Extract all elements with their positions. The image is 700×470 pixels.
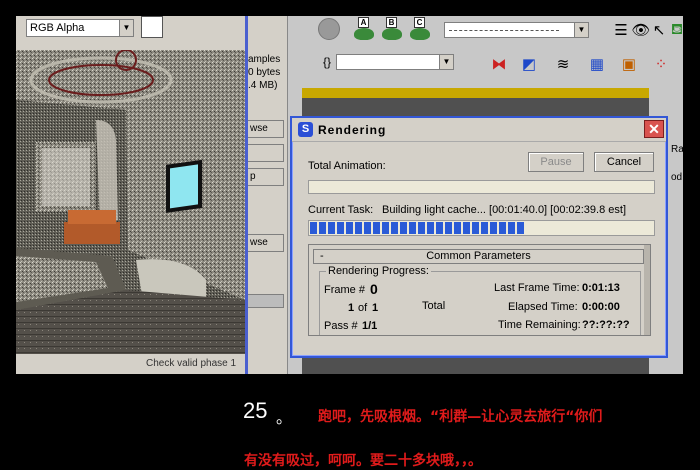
pass-value: 1/1 [362,320,378,332]
color-swatch[interactable] [141,16,163,38]
chevron-down-icon: ▼ [574,23,588,37]
rollout-scrollbar[interactable] [644,245,650,335]
separator-bar [248,294,284,308]
frame-buffer-window: RGB Alpha ▼ [16,16,248,374]
last-frame-time-label: Last Frame Time: [494,282,580,294]
time-remaining-label: Time Remaining: [498,319,581,331]
command-panel-label-mod: od [671,172,683,183]
render-preview [16,50,245,354]
step-number: 25 [243,398,268,423]
close-icon[interactable]: ✕ [644,120,664,138]
schematic-grid-icon[interactable]: ▦ [584,52,610,76]
channel-select[interactable]: RGB Alpha ▼ [26,19,134,37]
named-selection-dropdown[interactable]: ▼ [444,22,589,38]
elapsed-time-label: Elapsed Time: [508,301,578,313]
bytes-text: 0 bytes [248,67,281,78]
render-teapot-c-icon[interactable]: C [408,17,436,43]
rollout-header[interactable]: - Common Parameters [313,249,644,264]
layer-manager-icon[interactable]: ≋ [550,52,576,76]
pass-label: Pass # [324,320,358,332]
current-task-value: Building light cache... [00:01:40.0] [00… [382,204,627,216]
elapsed-time-value: 0:00:00 [582,301,620,313]
mb-text: .4 MB) [248,80,278,91]
total-animation-progress [308,180,655,194]
selection-set-dropdown[interactable]: ▼ [336,54,454,70]
caption-line-2: 有没有吸过，呵呵。要二十多块哦，，。 [244,453,482,469]
mirror-icon[interactable]: ⧓ [486,52,512,76]
pause-button[interactable]: Pause [528,152,584,172]
current-task-progress [308,220,655,236]
curve-editor-icon[interactable]: ▣ [616,52,642,76]
frame-of: of [358,302,368,314]
render-teapot-a-icon[interactable]: A [352,17,380,43]
command-panel-label-ray: Ray [671,144,683,155]
viewport-active-border [302,88,662,98]
common-parameters-rollout: - Common Parameters Rendering Progress: … [308,244,651,336]
caption-line-1: 跑吧，先吸根烟。“利群—让心灵去旅行“你们 [318,409,603,425]
browse-button-1[interactable]: wse [248,120,284,138]
teapot-icon[interactable]: ⛾ [664,18,683,42]
p-button[interactable]: p [248,168,284,186]
record-circle-icon[interactable] [318,18,340,40]
rendering-dialog: S Rendering ✕ Total Animation: Pause Can… [290,116,668,358]
step-separator: 。 [276,410,293,427]
frame-value: 0 [370,281,378,297]
rendered-room-image [16,50,245,354]
frame-label: Frame # [324,284,365,296]
rollout-toggle: - [320,250,324,262]
dialog-title: Rendering [318,123,387,137]
chevron-down-icon: ▼ [119,20,133,36]
toolbar-row-2: {} ▼ ⧓ ◩ ≋ ▦ ▣ ⁘ [288,50,683,80]
frame-count-a: 1 [348,302,355,314]
channel-select-value: RGB Alpha [30,22,85,34]
blank-button[interactable] [248,144,284,162]
screenshot: RGB Alpha ▼ amples 0 bytes .4 MB) wse p … [16,16,683,374]
rendering-progress-group: Rendering Progress: Frame # 0 1 of 1 Tot… [319,265,641,335]
material-editor-icon[interactable]: ⁘ [648,52,674,76]
time-remaining-value: ??:??:?? [582,319,630,331]
cancel-button[interactable]: Cancel [594,152,654,172]
dialog-title-bar[interactable]: S Rendering ✕ [292,118,666,142]
status-text: Check valid phase 1 [146,358,237,369]
last-frame-time-value: 0:01:13 [582,282,620,294]
rollout-title: Common Parameters [426,250,531,262]
total-animation-label: Total Animation: [308,160,386,172]
samples-text: amples [248,54,281,65]
align-icon[interactable]: ◩ [516,52,542,76]
total-label: Total [422,300,446,312]
main-toolbar: A B C ▼ ☰ 👁 ↖ ⛾ {} ▼ ⧓ ◩ ≋ ▦ ▣ ⁘ [288,16,683,88]
toolbar-row-1: A B C ▼ ☰ 👁 ↖ ⛾ [288,16,683,46]
browse-button-2[interactable]: wse [248,234,284,252]
current-task-label: Current Task: [308,204,374,216]
app-logo-icon: S [298,122,313,137]
frame-count-b: 1 [372,302,379,314]
rendering-progress-title: Rendering Progress: [326,265,431,277]
render-setup-panel: amples 0 bytes .4 MB) wse p wse [248,16,288,374]
render-teapot-b-icon[interactable]: B [380,17,408,43]
chevron-down-icon: ▼ [439,55,453,69]
frame-buffer-toolbar: RGB Alpha ▼ [16,16,245,44]
current-task-progress-fill [310,222,526,234]
